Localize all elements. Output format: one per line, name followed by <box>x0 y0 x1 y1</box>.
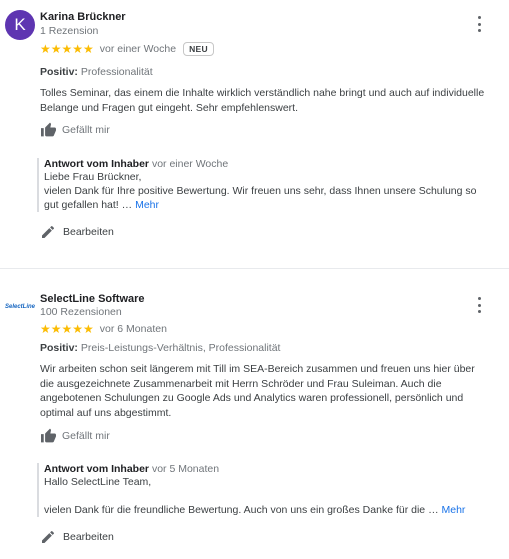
owner-response-time: vor 5 Monaten <box>151 463 220 475</box>
star-rating: ★★★★★ <box>40 322 94 336</box>
thumb-up-icon <box>41 428 56 443</box>
pencil-icon <box>42 225 55 238</box>
author-name[interactable]: Karina Brückner <box>40 11 126 23</box>
owner-response-text: Hallo SelectLine Team, vielen Dank für d… <box>44 475 484 517</box>
owner-response: Antwort vom Inhaber vor einer Woche Lieb… <box>37 158 484 212</box>
like-button[interactable]: Gefällt mir <box>40 428 110 443</box>
review-count: 100 Rezensionen <box>40 306 122 318</box>
owner-response-greeting: Liebe Frau Brückner, <box>44 171 142 183</box>
edit-label: Bearbeiten <box>63 531 114 543</box>
avatar-letter: K <box>14 15 26 34</box>
positive-label: Positiv: <box>40 66 78 78</box>
owner-response-header: Antwort vom Inhaber vor einer Woche <box>44 158 484 170</box>
author-name[interactable]: SelectLine Software <box>40 293 145 305</box>
owner-response-time: vor einer Woche <box>151 158 229 170</box>
review-text: Tolles Seminar, das einem die Inhalte wi… <box>40 87 485 114</box>
new-badge: NEU <box>183 42 214 56</box>
more-link[interactable]: Mehr <box>441 504 465 516</box>
owner-response-text: Liebe Frau Brückner, vielen Dank für Ihr… <box>44 170 484 212</box>
rating-row: ★★★★★ vor 6 Monaten <box>40 322 167 336</box>
owner-response: Antwort vom Inhaber vor 5 Monaten Hallo … <box>37 463 484 517</box>
avatar[interactable]: K <box>5 10 35 40</box>
owner-response-body: vielen Dank für Ihre positive Bewertung.… <box>44 185 477 211</box>
edit-label: Bearbeiten <box>63 226 114 238</box>
selectline-logo: SelectLine <box>5 304 36 310</box>
review-time: vor einer Woche <box>99 43 177 55</box>
ellipsis: … <box>428 504 439 516</box>
like-label: Gefällt mir <box>62 123 110 136</box>
owner-response-title: Antwort vom Inhaber <box>44 463 150 475</box>
review-count: 1 Rezension <box>40 25 99 37</box>
positive-label: Positiv: <box>40 342 78 354</box>
more-vert-icon <box>477 16 481 19</box>
like-label: Gefällt mir <box>62 429 110 442</box>
edit-button[interactable]: Bearbeiten <box>40 224 114 240</box>
positive-value: Preis-Leistungs-Verhältnis, Professional… <box>80 342 281 354</box>
owner-response-header: Antwort vom Inhaber vor 5 Monaten <box>44 463 484 475</box>
avatar[interactable]: SelectLine <box>5 292 35 322</box>
positive-value: Professionalität <box>80 66 153 78</box>
ellipsis: … <box>121 199 133 211</box>
more-options-button[interactable] <box>473 297 485 313</box>
review-text: Wir arbeiten schon seit längerem mit Til… <box>40 363 475 419</box>
owner-response-body: vielen Dank für die freundliche Bewertun… <box>44 504 466 516</box>
star-rating: ★★★★★ <box>40 42 94 56</box>
like-button[interactable]: Gefällt mir <box>40 122 110 137</box>
edit-button[interactable]: Bearbeiten <box>40 529 114 545</box>
pencil-icon <box>42 530 55 543</box>
more-options-button[interactable] <box>473 16 485 32</box>
thumb-up-icon <box>41 122 56 137</box>
review-time: vor 6 Monaten <box>99 323 167 335</box>
more-link[interactable]: Mehr <box>135 199 159 211</box>
owner-response-title: Antwort vom Inhaber <box>44 158 150 170</box>
owner-response-greeting: Hallo SelectLine Team, <box>44 476 152 488</box>
more-vert-icon <box>477 297 481 300</box>
positive-attributes: Positiv: Professionalität <box>40 66 153 78</box>
rating-row: ★★★★★ vor einer Woche NEU <box>40 42 214 56</box>
divider <box>0 268 509 269</box>
positive-attributes: Positiv: Preis-Leistungs-Verhältnis, Pro… <box>40 342 280 354</box>
